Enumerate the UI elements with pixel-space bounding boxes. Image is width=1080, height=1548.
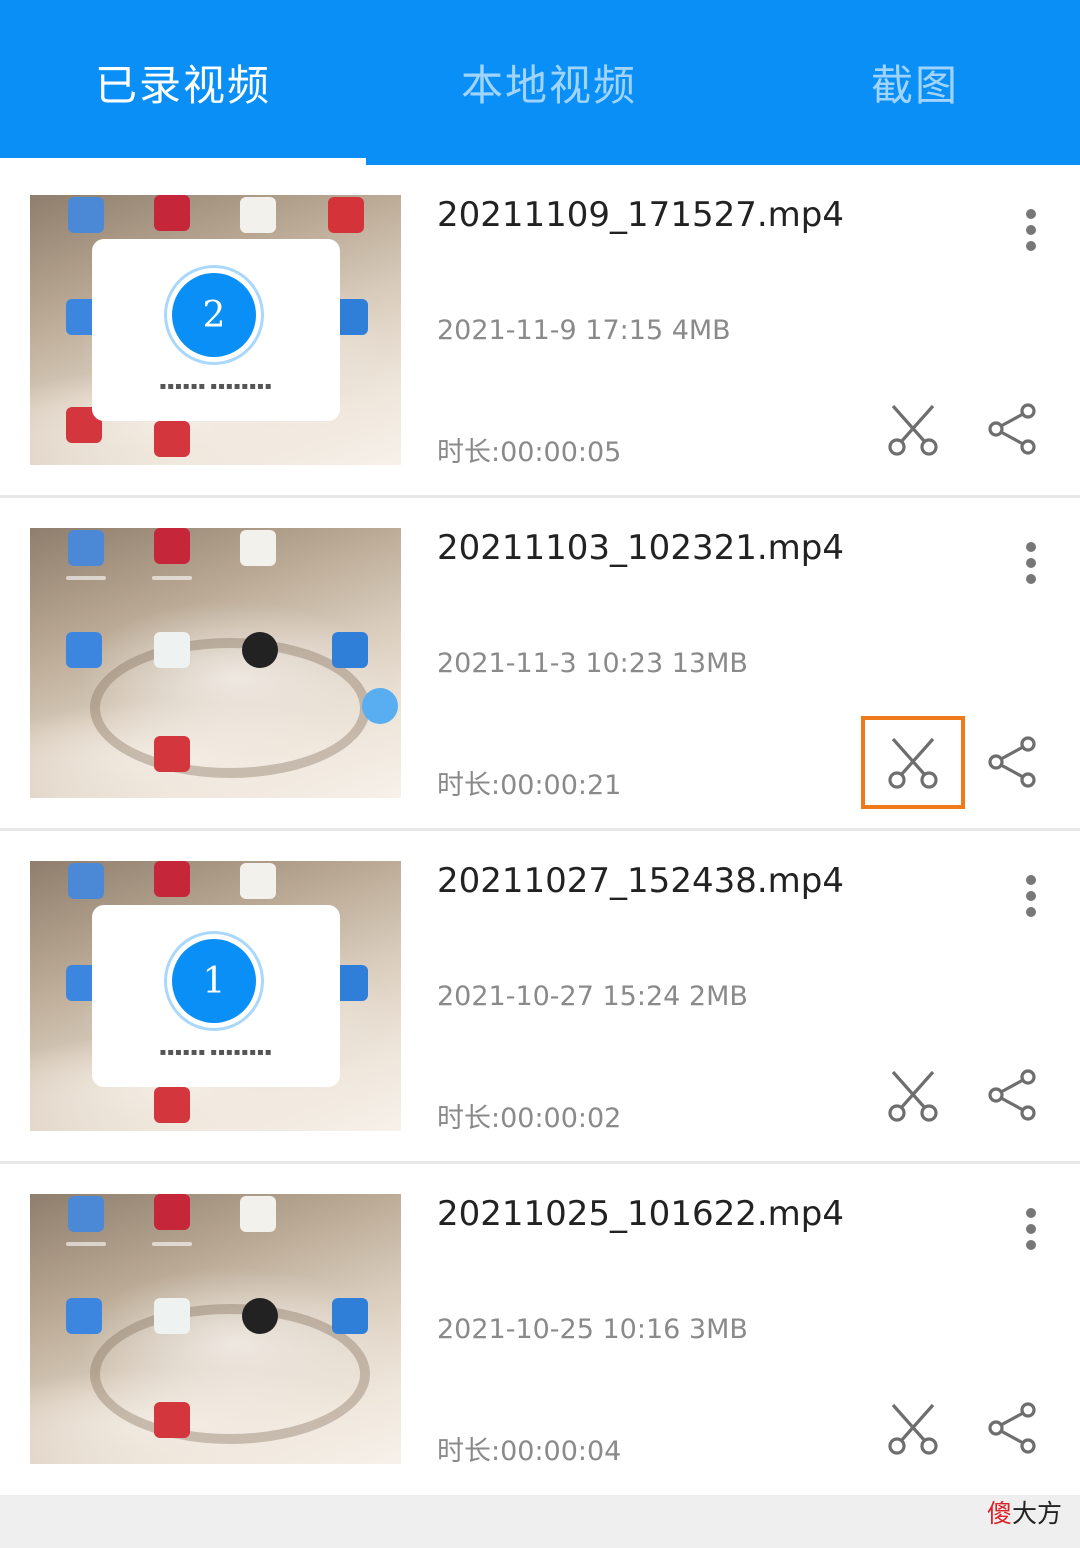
scissors-icon[interactable]: [861, 383, 965, 476]
countdown-number: 2: [172, 273, 256, 357]
video-thumbnail[interactable]: 2 ▪▪▪▪▪▪ ▪▪▪▪▪▪▪▪: [30, 195, 401, 465]
video-thumbnail[interactable]: [30, 1194, 401, 1464]
share-icon[interactable]: [980, 393, 1044, 465]
app-icon: [154, 861, 190, 897]
app-icon: [154, 1087, 190, 1123]
app-label: [152, 576, 192, 580]
tab-bar: 已录视频 本地视频 截图: [0, 0, 1080, 165]
video-filename: 20211109_171527.mp4: [437, 195, 844, 235]
app-icon: [154, 1194, 190, 1230]
app-icon: [240, 197, 276, 233]
tab-recorded-videos[interactable]: 已录视频: [0, 0, 366, 165]
video-thumbnail[interactable]: 1 ▪▪▪▪▪▪ ▪▪▪▪▪▪▪▪: [30, 861, 401, 1131]
scissors-icon[interactable]: [861, 716, 965, 809]
video-thumbnail[interactable]: [30, 528, 401, 798]
more-vertical-icon[interactable]: [1011, 1202, 1051, 1256]
watermark: 傻大方: [986, 1499, 1062, 1528]
video-duration: 时长:00:00:21: [437, 770, 622, 801]
app-icon: [68, 863, 104, 899]
video-meta: 2021-11-9 17:15 4MB: [437, 315, 731, 346]
more-vertical-icon[interactable]: [1011, 869, 1051, 923]
video-filename: 20211027_152438.mp4: [437, 861, 844, 901]
more-vertical-icon[interactable]: [1011, 203, 1051, 257]
app-icon: [66, 1298, 102, 1334]
video-filename: 20211025_101622.mp4: [437, 1194, 844, 1234]
app-icon: [154, 195, 190, 231]
app-icon: [328, 197, 364, 233]
app-icon: [68, 197, 104, 233]
active-tab-indicator: [0, 158, 366, 165]
share-icon[interactable]: [980, 1059, 1044, 1131]
app-icon: [332, 1298, 368, 1334]
dialog-caption: ▪▪▪▪▪▪ ▪▪▪▪▪▪▪▪: [159, 1047, 273, 1058]
countdown-dialog: 2 ▪▪▪▪▪▪ ▪▪▪▪▪▪▪▪: [92, 239, 340, 421]
countdown-number: 1: [172, 939, 256, 1023]
video-row[interactable]: 2 ▪▪▪▪▪▪ ▪▪▪▪▪▪▪▪ 20211109_171527.mp4 20…: [0, 165, 1080, 498]
thumbnail-ring: [90, 638, 370, 778]
app-label: [66, 576, 106, 580]
app-icon: [242, 1298, 278, 1334]
share-icon[interactable]: [980, 726, 1044, 798]
video-duration: 时长:00:00:04: [437, 1436, 622, 1467]
video-row[interactable]: 20211025_101622.mp4 2021-10-25 10:16 3MB…: [0, 1164, 1080, 1497]
video-meta: 2021-11-3 10:23 13MB: [437, 648, 748, 679]
app-icon: [68, 1196, 104, 1232]
video-row[interactable]: 20211103_102321.mp4 2021-11-3 10:23 13MB…: [0, 498, 1080, 831]
app-icon: [154, 632, 190, 668]
app-icon: [66, 632, 102, 668]
more-vertical-icon[interactable]: [1011, 536, 1051, 590]
footer-bar: [0, 1495, 1080, 1548]
video-duration: 时长:00:00:05: [437, 437, 622, 468]
app-icon: [154, 736, 190, 772]
countdown-dialog: 1 ▪▪▪▪▪▪ ▪▪▪▪▪▪▪▪: [92, 905, 340, 1087]
video-duration: 时长:00:00:02: [437, 1103, 622, 1134]
app-icon: [332, 632, 368, 668]
app-icon: [240, 530, 276, 566]
app-icon: [362, 688, 398, 724]
app-icon: [242, 632, 278, 668]
dialog-caption: ▪▪▪▪▪▪ ▪▪▪▪▪▪▪▪: [159, 381, 273, 392]
app-label: [152, 1242, 192, 1246]
app-label: [66, 1242, 106, 1246]
video-meta: 2021-10-27 15:24 2MB: [437, 981, 748, 1012]
app-icon: [154, 1402, 190, 1438]
tab-local-videos[interactable]: 本地视频: [366, 0, 732, 165]
video-filename: 20211103_102321.mp4: [437, 528, 844, 568]
app-icon: [154, 421, 190, 457]
app-icon: [240, 1196, 276, 1232]
app-icon: [240, 863, 276, 899]
video-meta: 2021-10-25 10:16 3MB: [437, 1314, 748, 1345]
app-icon: [154, 528, 190, 564]
tab-screenshots[interactable]: 截图: [732, 0, 1080, 165]
video-row[interactable]: 1 ▪▪▪▪▪▪ ▪▪▪▪▪▪▪▪ 20211027_152438.mp4 20…: [0, 831, 1080, 1164]
scissors-icon[interactable]: [861, 1049, 965, 1142]
scissors-icon[interactable]: [861, 1382, 965, 1475]
app-icon: [154, 1298, 190, 1334]
thumbnail-ring: [90, 1304, 370, 1444]
share-icon[interactable]: [980, 1392, 1044, 1464]
app-icon: [68, 530, 104, 566]
